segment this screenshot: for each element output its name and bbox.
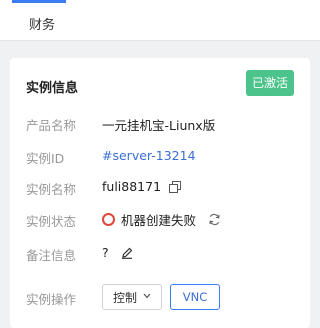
instance-name-row: fuli88171 xyxy=(102,179,182,194)
copy-icon[interactable] xyxy=(169,180,182,193)
status-badge[interactable]: 已激活 xyxy=(246,70,294,96)
instance-id-value[interactable]: #server-13214 xyxy=(102,148,196,163)
remarks-row: ? xyxy=(102,245,133,260)
product-name-value: 一元挂机宝-Liunx版 xyxy=(102,118,216,133)
top-tab-bar: 财务 xyxy=(0,0,320,41)
instance-name-value: fuli88171 xyxy=(102,179,162,194)
control-dropdown-button[interactable]: 控制 xyxy=(102,284,162,310)
instance-info-card: 实例信息 已激活 产品名称 一元挂机宝-Liunx版 实例ID #server-… xyxy=(10,58,310,328)
vnc-button-label: VNC xyxy=(182,290,208,304)
active-tab-indicator xyxy=(12,0,66,3)
row-label-remarks: 备注信息 xyxy=(26,248,77,263)
vnc-button[interactable]: VNC xyxy=(170,284,220,310)
row-label-instance-actions: 实例操作 xyxy=(26,292,77,307)
control-button-label: 控制 xyxy=(112,290,137,305)
chevron-down-icon xyxy=(143,292,151,302)
instance-status-value: 机器创建失败 xyxy=(121,213,197,228)
instance-status-row: 机器创建失败 xyxy=(102,210,221,229)
row-label-instance-name: 实例名称 xyxy=(26,182,77,197)
card-title: 实例信息 xyxy=(26,81,79,96)
refresh-icon[interactable] xyxy=(208,213,221,226)
row-label-product-name: 产品名称 xyxy=(26,118,77,133)
tab-finance[interactable]: 财务 xyxy=(29,14,55,33)
remarks-value: ? xyxy=(102,245,109,260)
edit-icon[interactable] xyxy=(121,247,133,259)
error-circle-icon xyxy=(102,213,115,226)
row-label-instance-status: 实例状态 xyxy=(26,214,77,229)
row-label-instance-id: 实例ID xyxy=(26,151,65,166)
